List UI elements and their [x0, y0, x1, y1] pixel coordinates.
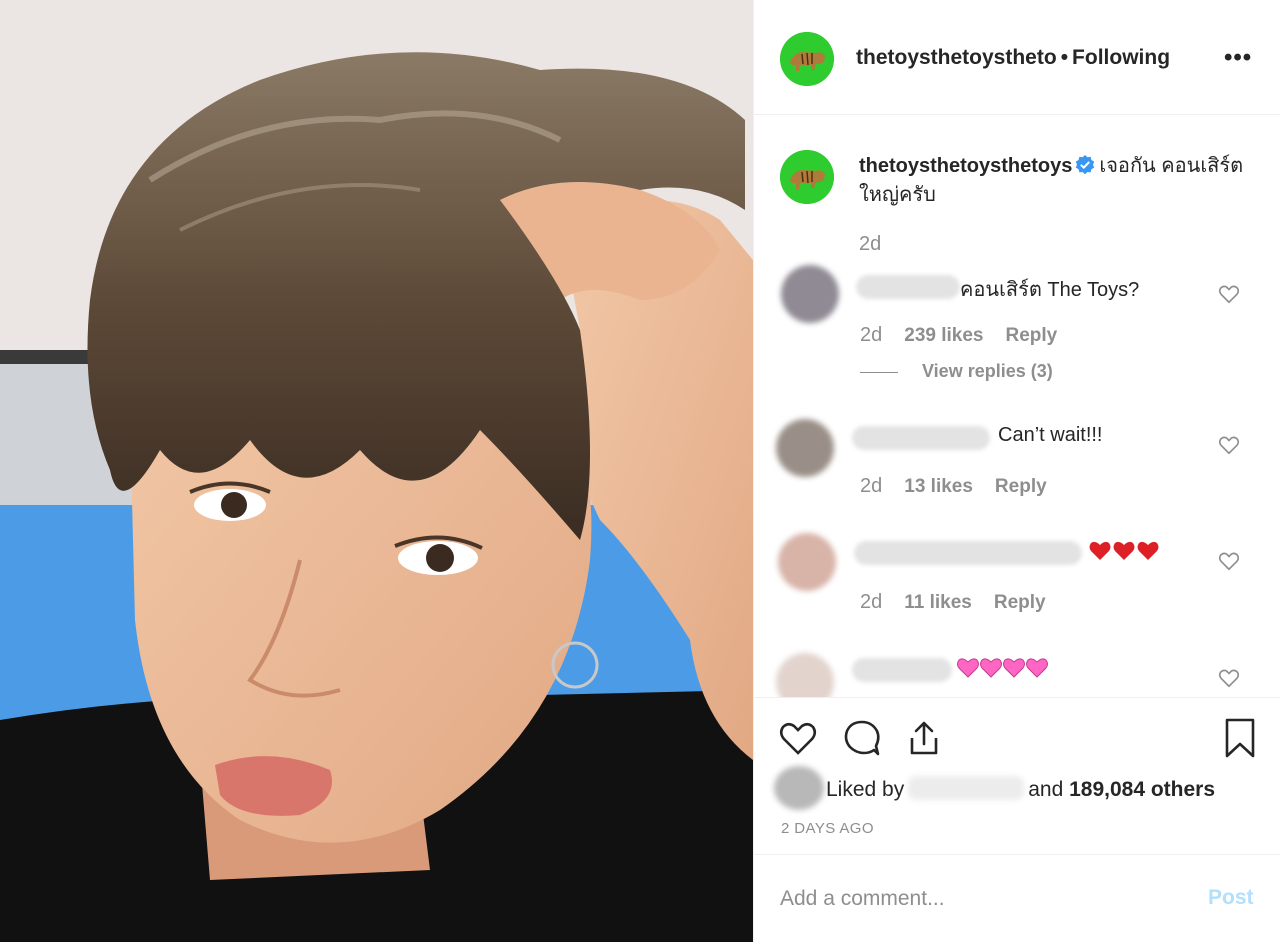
- comment-like-heart-icon[interactable]: [1218, 283, 1240, 305]
- comment-meta: 2d 13 likes Reply: [860, 475, 1047, 498]
- share-icon[interactable]: [904, 718, 944, 758]
- liked-by-others[interactable]: 189,084 others: [1069, 778, 1215, 801]
- bookmark-icon[interactable]: [1220, 718, 1260, 758]
- verified-badge-icon: [1076, 155, 1095, 175]
- post-date[interactable]: 2 DAYS AGO: [781, 820, 874, 837]
- liked-by-and: and: [1028, 778, 1064, 801]
- caption-text-block: thetoysthetoysthetoys เจอกัน คอนเสิร์ตให…: [859, 152, 1259, 210]
- reply-button[interactable]: Reply: [995, 476, 1047, 497]
- liked-by-summary[interactable]: Liked by and 189,084 others: [826, 776, 1215, 802]
- commenter-avatar[interactable]: [776, 419, 834, 477]
- add-comment-bar: Post: [754, 855, 1280, 942]
- header-username-line: thetoysthetoystheto • Following: [856, 46, 1170, 70]
- caption-timestamp: 2d: [859, 233, 882, 255]
- caption-avatar[interactable]: [780, 150, 834, 204]
- comments-list[interactable]: thetoysthetoysthetoys เจอกัน คอนเสิร์ตให…: [754, 115, 1280, 697]
- reply-button[interactable]: Reply: [994, 592, 1046, 613]
- post-header: thetoysthetoystheto • Following •••: [754, 0, 1280, 115]
- tiger-icon: [780, 150, 834, 204]
- comment-icon[interactable]: [842, 718, 882, 758]
- commenter-name-redacted: [852, 426, 990, 450]
- comment-likes[interactable]: 239 likes: [904, 325, 983, 346]
- commenter-avatar[interactable]: [776, 653, 834, 697]
- liked-by-prefix: Liked by: [826, 778, 905, 801]
- comment-text: Can’t wait!!!: [998, 424, 1103, 446]
- more-horizontal-icon[interactable]: •••: [1224, 44, 1252, 72]
- view-replies-button[interactable]: View replies (3): [860, 361, 1053, 382]
- commenter-name-redacted: [854, 541, 1082, 565]
- comment-like-heart-icon[interactable]: [1218, 667, 1240, 689]
- comment-meta: 2d 11 likes Reply: [860, 591, 1046, 614]
- commenter-name-redacted: [856, 275, 960, 299]
- view-replies-label: View replies (3): [922, 361, 1053, 381]
- following-button[interactable]: Following: [1072, 46, 1170, 69]
- comment-likes[interactable]: 13 likes: [904, 476, 973, 497]
- replies-divider: [860, 371, 898, 373]
- caption-username[interactable]: thetoysthetoysthetoys: [859, 155, 1072, 177]
- heart-icon[interactable]: [778, 718, 818, 758]
- comment-input[interactable]: [780, 879, 1180, 919]
- author-avatar[interactable]: [780, 32, 834, 86]
- commenter-avatar[interactable]: [778, 533, 836, 591]
- pink-hearts-icon: [957, 658, 1048, 678]
- comment-meta: 2d 239 likes Reply: [860, 324, 1057, 347]
- tiger-icon: [780, 32, 834, 86]
- red-hearts-icon: [1089, 541, 1159, 560]
- comment-like-heart-icon[interactable]: [1218, 550, 1240, 572]
- comment-text: คอนเสิร์ต The Toys?: [960, 279, 1140, 301]
- comment-timestamp: 2d: [860, 324, 883, 346]
- liker-avatar[interactable]: [774, 766, 824, 810]
- comment-timestamp: 2d: [860, 591, 883, 613]
- post-photo[interactable]: [0, 0, 753, 942]
- post-comment-button[interactable]: Post: [1208, 886, 1254, 910]
- comment-timestamp: 2d: [860, 475, 883, 497]
- liker-name-redacted: [908, 776, 1025, 800]
- header-username[interactable]: thetoysthetoystheto: [856, 46, 1057, 69]
- post-actions: Liked by and 189,084 others 2 DAYS AGO: [754, 697, 1280, 855]
- comment-likes[interactable]: 11 likes: [904, 592, 972, 613]
- commenter-avatar[interactable]: [781, 265, 839, 323]
- header-separator: •: [1060, 46, 1069, 69]
- commenter-name-redacted: [852, 658, 952, 682]
- selfie-photo: [0, 0, 753, 942]
- reply-button[interactable]: Reply: [1006, 325, 1058, 346]
- post-detail-panel: thetoysthetoystheto • Following ••• thetoy…: [753, 0, 1280, 942]
- comment-like-heart-icon[interactable]: [1218, 434, 1240, 456]
